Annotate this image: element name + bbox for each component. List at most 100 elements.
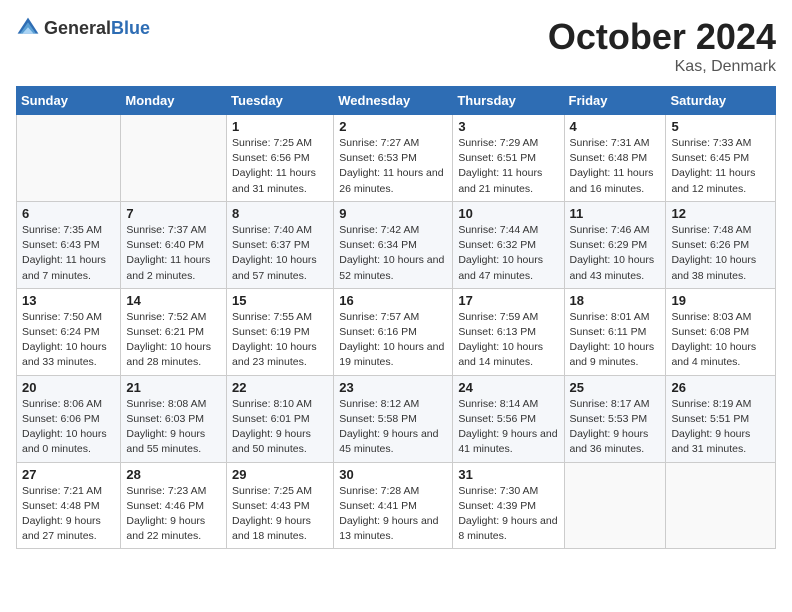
day-number: 10: [458, 206, 558, 221]
day-info: Sunrise: 7:44 AM Sunset: 6:32 PM Dayligh…: [458, 223, 558, 284]
day-info: Sunrise: 8:14 AM Sunset: 5:56 PM Dayligh…: [458, 397, 558, 458]
day-info: Sunrise: 8:03 AM Sunset: 6:08 PM Dayligh…: [671, 310, 770, 371]
day-cell: 29Sunrise: 7:25 AM Sunset: 4:43 PM Dayli…: [227, 462, 334, 549]
day-cell: 9Sunrise: 7:42 AM Sunset: 6:34 PM Daylig…: [334, 201, 453, 288]
day-cell: 26Sunrise: 8:19 AM Sunset: 5:51 PM Dayli…: [666, 375, 776, 462]
day-number: 6: [22, 206, 115, 221]
day-info: Sunrise: 7:55 AM Sunset: 6:19 PM Dayligh…: [232, 310, 328, 371]
day-cell: 31 Sunrise: 7:30 AM Sunset: 4:39 PM Dayli…: [453, 462, 564, 549]
day-cell: 19Sunrise: 8:03 AM Sunset: 6:08 PM Dayli…: [666, 288, 776, 375]
day-number: 5: [671, 119, 770, 134]
day-number: 3: [458, 119, 558, 134]
column-header-wednesday: Wednesday: [334, 87, 453, 115]
day-cell: 11 Sunrise: 7:46 AM Sunset: 6:29 PM Dayli…: [564, 201, 666, 288]
day-number: 17: [458, 293, 558, 308]
day-number: 30: [339, 467, 447, 482]
day-number: 15: [232, 293, 328, 308]
day-info: Sunrise: 7:37 AM Sunset: 6:40 PM Dayligh…: [126, 223, 221, 284]
day-cell: 27 Sunrise: 7:21 AM Sunset: 4:48 PM Dayli…: [17, 462, 121, 549]
day-number: 27: [22, 467, 115, 482]
day-info: Sunrise: 8:12 AM Sunset: 5:58 PM Dayligh…: [339, 397, 447, 458]
day-number: 24: [458, 380, 558, 395]
day-info: Sunrise: 8:10 AM Sunset: 6:01 PM Dayligh…: [232, 397, 328, 458]
day-number: 28: [126, 467, 221, 482]
day-info: Sunrise: 7:48 AM Sunset: 6:26 PM Dayligh…: [671, 223, 770, 284]
day-cell: 4 Sunrise: 7:31 AM Sunset: 6:48 PM Daylig…: [564, 115, 666, 202]
day-info: Sunrise: 7:21 AM Sunset: 4:48 PM Dayligh…: [22, 484, 115, 545]
day-cell: [666, 462, 776, 549]
week-row-1: 1 Sunrise: 7:25 AM Sunset: 6:56 PM Daylig…: [17, 115, 776, 202]
month-title: October 2024: [548, 16, 776, 58]
day-info: Sunrise: 7:57 AM Sunset: 6:16 PM Dayligh…: [339, 310, 447, 371]
day-cell: 18 Sunrise: 8:01 AM Sunset: 6:11 PM Dayli…: [564, 288, 666, 375]
day-number: 31: [458, 467, 558, 482]
week-row-5: 27 Sunrise: 7:21 AM Sunset: 4:48 PM Dayli…: [17, 462, 776, 549]
day-number: 1: [232, 119, 328, 134]
day-info: Sunrise: 7:35 AM Sunset: 6:43 PM Dayligh…: [22, 223, 115, 284]
header: GeneralBlue October 2024 Kas, Denmark: [16, 16, 776, 76]
column-header-sunday: Sunday: [17, 87, 121, 115]
day-number: 12: [671, 206, 770, 221]
day-number: 11: [570, 206, 661, 221]
day-info: Sunrise: 7:28 AM Sunset: 4:41 PM Dayligh…: [339, 484, 447, 545]
column-header-thursday: Thursday: [453, 87, 564, 115]
location-title: Kas, Denmark: [548, 58, 776, 76]
day-cell: 1 Sunrise: 7:25 AM Sunset: 6:56 PM Daylig…: [227, 115, 334, 202]
logo-general: General: [44, 18, 111, 38]
day-number: 22: [232, 380, 328, 395]
day-cell: 5 Sunrise: 7:33 AM Sunset: 6:45 PM Daylig…: [666, 115, 776, 202]
day-cell: 24 Sunrise: 8:14 AM Sunset: 5:56 PM Dayli…: [453, 375, 564, 462]
day-info: Sunrise: 7:46 AM Sunset: 6:29 PM Dayligh…: [570, 223, 661, 284]
day-cell: 22 Sunrise: 8:10 AM Sunset: 6:01 PM Dayli…: [227, 375, 334, 462]
day-cell: 14Sunrise: 7:52 AM Sunset: 6:21 PM Dayli…: [121, 288, 227, 375]
day-cell: 6 Sunrise: 7:35 AM Sunset: 6:43 PM Daylig…: [17, 201, 121, 288]
day-cell: 13Sunrise: 7:50 AM Sunset: 6:24 PM Dayli…: [17, 288, 121, 375]
day-info: Sunrise: 7:27 AM Sunset: 6:53 PM Dayligh…: [339, 136, 447, 197]
day-number: 4: [570, 119, 661, 134]
day-number: 9: [339, 206, 447, 221]
week-row-4: 20Sunrise: 8:06 AM Sunset: 6:06 PM Dayli…: [17, 375, 776, 462]
day-cell: 12 Sunrise: 7:48 AM Sunset: 6:26 PM Dayli…: [666, 201, 776, 288]
day-cell: 20Sunrise: 8:06 AM Sunset: 6:06 PM Dayli…: [17, 375, 121, 462]
day-cell: 25Sunrise: 8:17 AM Sunset: 5:53 PM Dayli…: [564, 375, 666, 462]
day-number: 18: [570, 293, 661, 308]
calendar-header-row: SundayMondayTuesdayWednesdayThursdayFrid…: [17, 87, 776, 115]
calendar-table: SundayMondayTuesdayWednesdayThursdayFrid…: [16, 86, 776, 549]
logo: GeneralBlue: [16, 16, 150, 40]
day-number: 23: [339, 380, 447, 395]
column-header-tuesday: Tuesday: [227, 87, 334, 115]
logo-icon: [16, 16, 40, 40]
column-header-saturday: Saturday: [666, 87, 776, 115]
day-cell: [17, 115, 121, 202]
day-info: Sunrise: 7:59 AM Sunset: 6:13 PM Dayligh…: [458, 310, 558, 371]
day-info: Sunrise: 7:23 AM Sunset: 4:46 PM Dayligh…: [126, 484, 221, 545]
day-info: Sunrise: 8:08 AM Sunset: 6:03 PM Dayligh…: [126, 397, 221, 458]
week-row-2: 6 Sunrise: 7:35 AM Sunset: 6:43 PM Daylig…: [17, 201, 776, 288]
day-info: Sunrise: 7:33 AM Sunset: 6:45 PM Dayligh…: [671, 136, 770, 197]
day-number: 7: [126, 206, 221, 221]
day-cell: 15 Sunrise: 7:55 AM Sunset: 6:19 PM Dayli…: [227, 288, 334, 375]
title-area: October 2024 Kas, Denmark: [548, 16, 776, 76]
day-info: Sunrise: 7:40 AM Sunset: 6:37 PM Dayligh…: [232, 223, 328, 284]
day-info: Sunrise: 7:31 AM Sunset: 6:48 PM Dayligh…: [570, 136, 661, 197]
day-cell: 8 Sunrise: 7:40 AM Sunset: 6:37 PM Daylig…: [227, 201, 334, 288]
day-number: 20: [22, 380, 115, 395]
day-number: 16: [339, 293, 447, 308]
day-info: Sunrise: 8:17 AM Sunset: 5:53 PM Dayligh…: [570, 397, 661, 458]
day-cell: 7 Sunrise: 7:37 AM Sunset: 6:40 PM Daylig…: [121, 201, 227, 288]
day-cell: 21 Sunrise: 8:08 AM Sunset: 6:03 PM Dayli…: [121, 375, 227, 462]
day-number: 26: [671, 380, 770, 395]
day-cell: 16 Sunrise: 7:57 AM Sunset: 6:16 PM Dayli…: [334, 288, 453, 375]
day-number: 21: [126, 380, 221, 395]
day-info: Sunrise: 8:01 AM Sunset: 6:11 PM Dayligh…: [570, 310, 661, 371]
day-cell: 23 Sunrise: 8:12 AM Sunset: 5:58 PM Dayli…: [334, 375, 453, 462]
day-number: 8: [232, 206, 328, 221]
logo-blue: Blue: [111, 18, 150, 38]
day-info: Sunrise: 7:30 AM Sunset: 4:39 PM Dayligh…: [458, 484, 558, 545]
day-info: Sunrise: 7:25 AM Sunset: 6:56 PM Dayligh…: [232, 136, 328, 197]
day-info: Sunrise: 7:25 AM Sunset: 4:43 PM Dayligh…: [232, 484, 328, 545]
day-info: Sunrise: 7:50 AM Sunset: 6:24 PM Dayligh…: [22, 310, 115, 371]
week-row-3: 13Sunrise: 7:50 AM Sunset: 6:24 PM Dayli…: [17, 288, 776, 375]
day-number: 14: [126, 293, 221, 308]
day-cell: 10 Sunrise: 7:44 AM Sunset: 6:32 PM Dayli…: [453, 201, 564, 288]
